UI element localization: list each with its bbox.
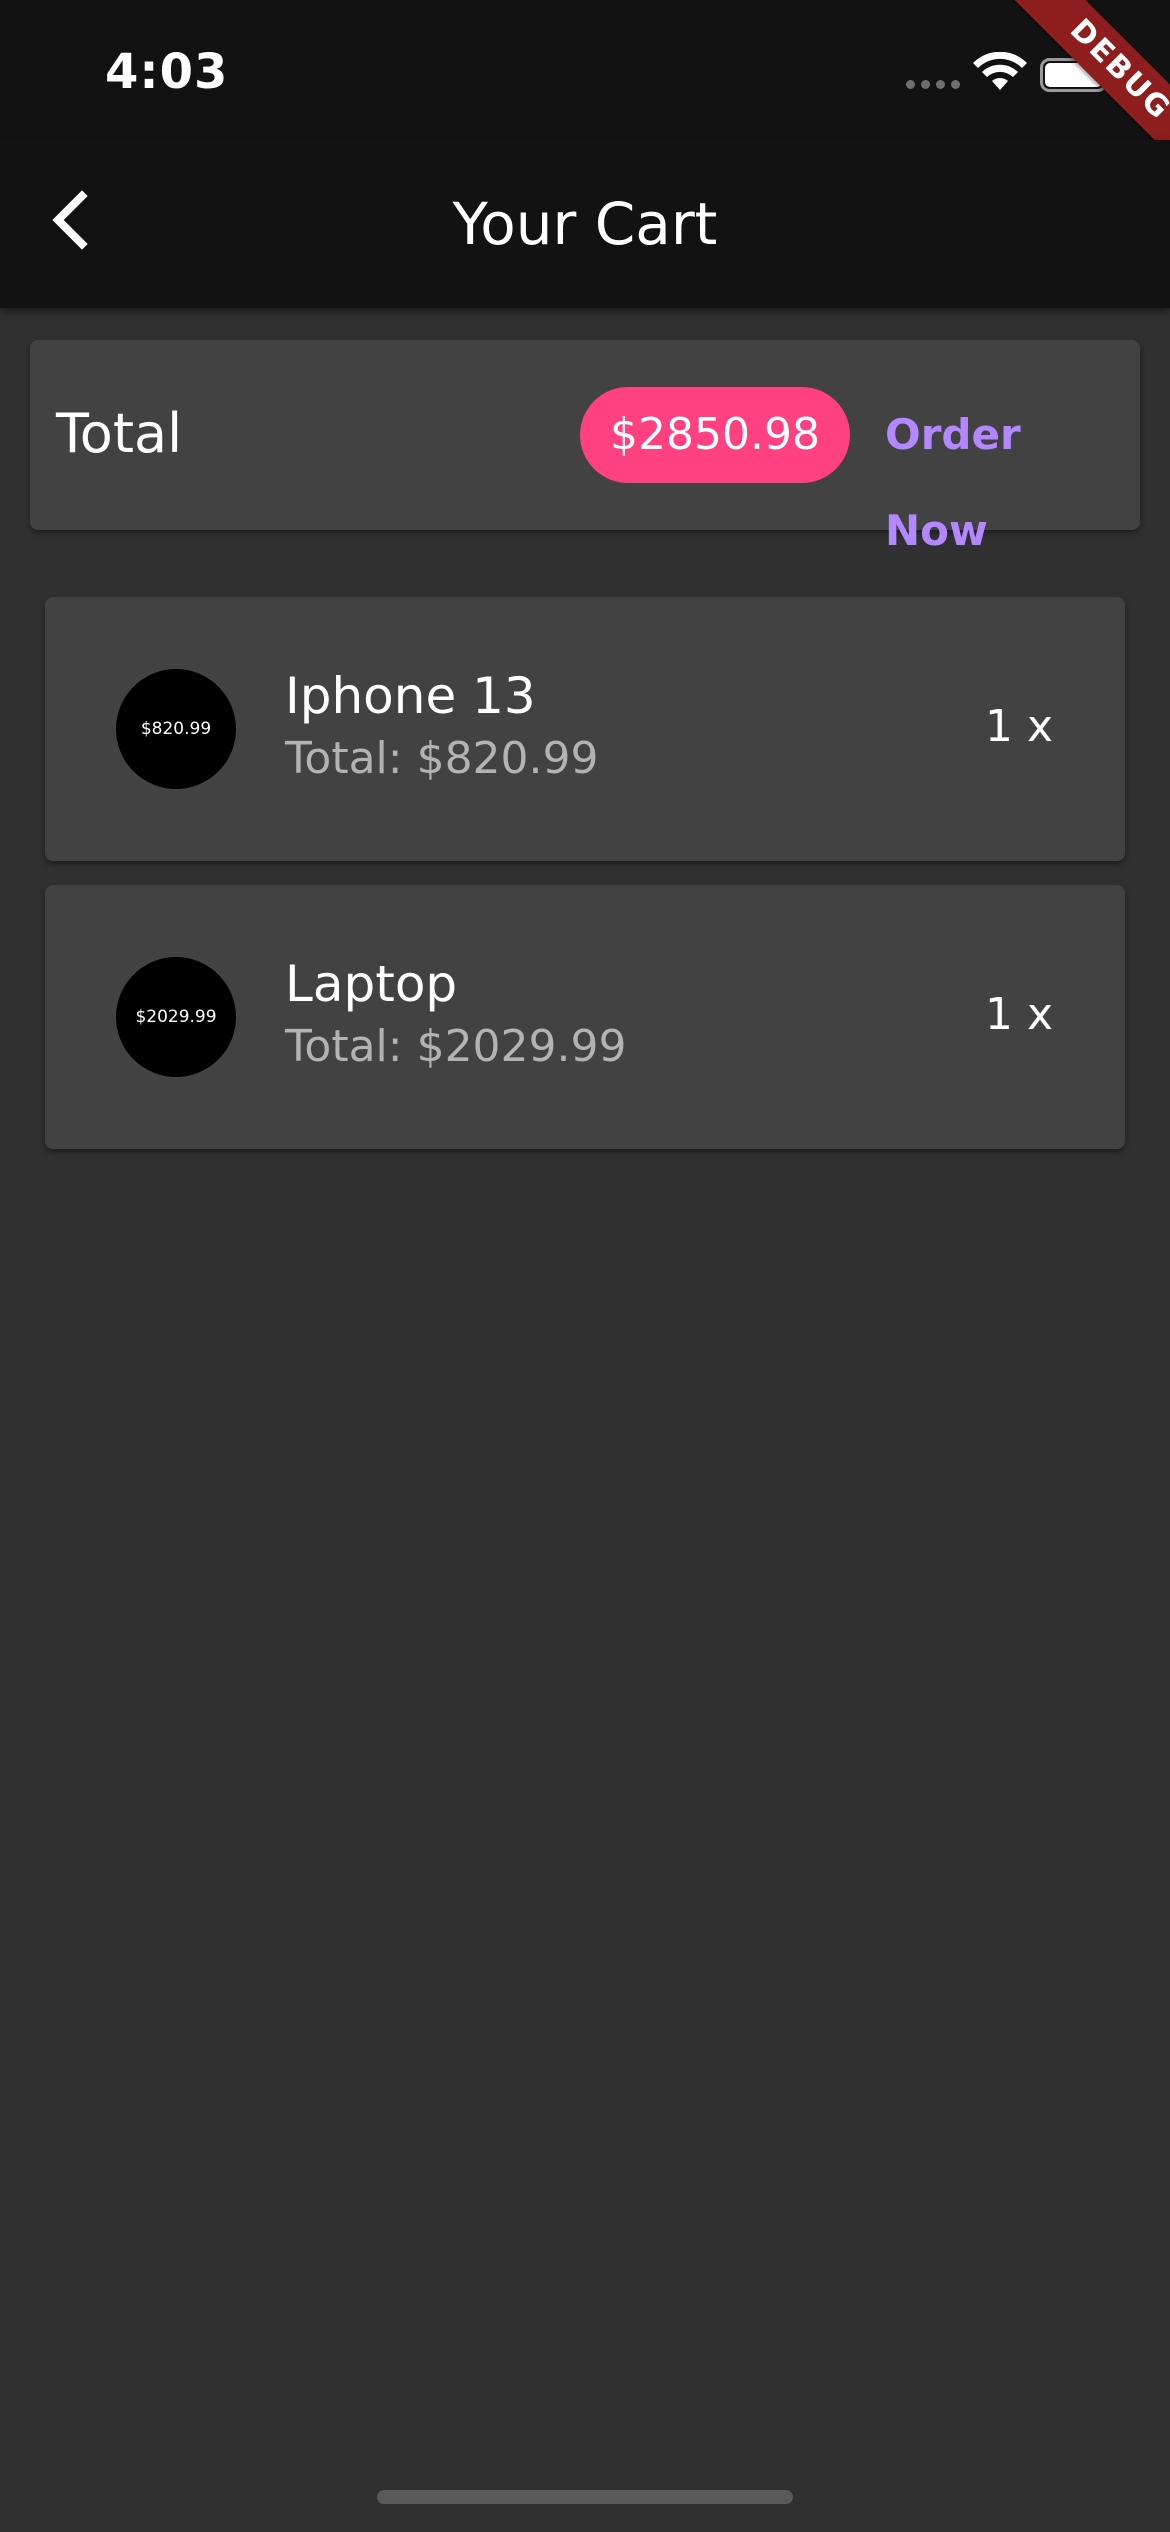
order-now-button[interactable]: Order Now xyxy=(865,387,1140,555)
total-amount-chip: $2850.98 xyxy=(580,387,850,483)
item-title: Laptop xyxy=(285,955,458,1013)
cart-item[interactable]: $820.99 Iphone 13 Total: $820.99 1 x xyxy=(45,597,1125,861)
app-bar: Your Cart xyxy=(0,140,1170,308)
cellular-signal-icon xyxy=(906,80,960,89)
home-indicator[interactable] xyxy=(377,2490,793,2504)
item-price-avatar: $2029.99 xyxy=(116,957,236,1077)
total-label: Total xyxy=(56,402,183,465)
status-time: 4:03 xyxy=(105,44,229,100)
cart-screen: 4:03 DEBUG Your Cart Total $2850.98 Orde… xyxy=(0,0,1170,2532)
wifi-icon xyxy=(973,52,1027,90)
item-subtitle: Total: $820.99 xyxy=(285,733,599,784)
item-quantity: 1 x xyxy=(984,701,1053,752)
status-bar: 4:03 DEBUG xyxy=(0,0,1170,201)
page-title: Your Cart xyxy=(452,190,718,258)
cart-item[interactable]: $2029.99 Laptop Total: $2029.99 1 x xyxy=(45,885,1125,1149)
item-subtitle: Total: $2029.99 xyxy=(285,1021,627,1072)
total-card: Total $2850.98 Order Now xyxy=(30,340,1140,555)
item-title: Iphone 13 xyxy=(285,667,536,725)
item-quantity: 1 x xyxy=(984,989,1053,1040)
item-price-avatar: $820.99 xyxy=(116,669,236,789)
